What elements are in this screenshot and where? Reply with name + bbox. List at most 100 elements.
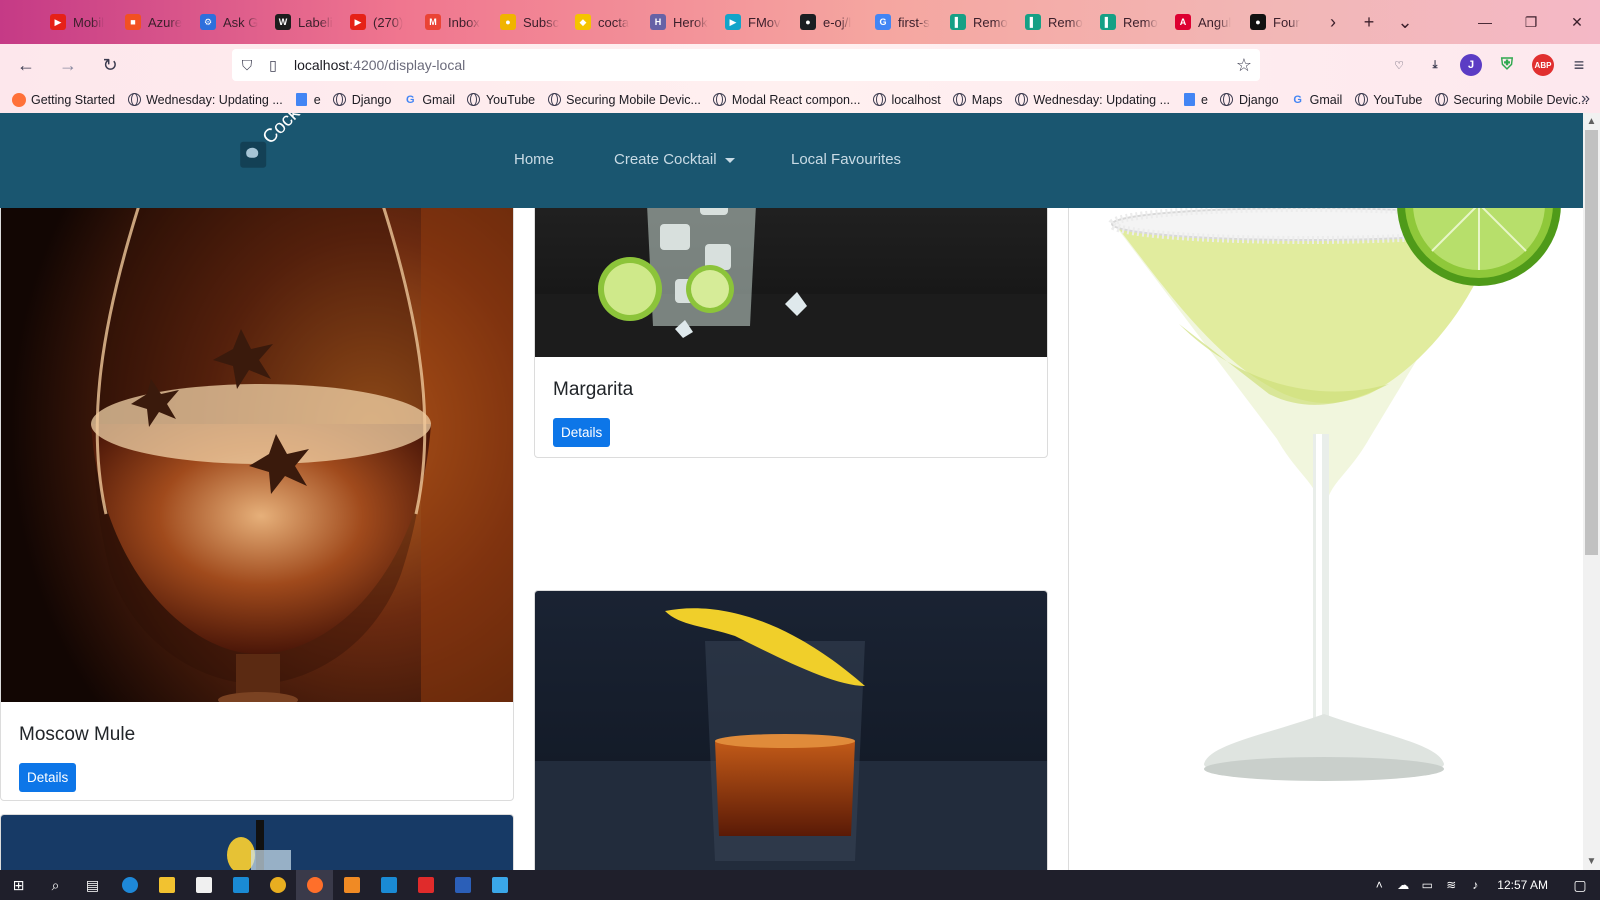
new-tab-button[interactable]: + bbox=[1351, 0, 1387, 44]
bookmark-item[interactable]: Django bbox=[1220, 93, 1279, 107]
task-view-icon[interactable]: ▤ bbox=[74, 870, 111, 900]
window-controls: — ❐ ✕ bbox=[1462, 0, 1600, 44]
edge-icon[interactable] bbox=[111, 870, 148, 900]
chevron-double-right-icon[interactable]: » bbox=[1581, 90, 1590, 108]
bookmark-item[interactable]: Maps bbox=[953, 93, 1002, 107]
forward-button[interactable]: → bbox=[50, 49, 86, 81]
browser-tab[interactable]: ⚙ Ask G bbox=[190, 0, 265, 44]
browser-tab[interactable]: M Inbox bbox=[415, 0, 490, 44]
app-icon[interactable] bbox=[481, 870, 518, 900]
browser-tab[interactable]: Gfirst-s bbox=[865, 0, 940, 44]
nav-home-link[interactable]: Home bbox=[514, 151, 554, 168]
reload-button[interactable]: ↻ bbox=[92, 49, 128, 81]
bookmark-item[interactable]: Django bbox=[333, 93, 391, 107]
url-path: :4200/display-local bbox=[349, 57, 466, 73]
scroll-up-arrow-icon[interactable]: ▲ bbox=[1583, 113, 1600, 130]
bookmark-item[interactable]: Wednesday: Updating ... bbox=[1014, 93, 1170, 107]
search-icon[interactable]: ⌕ bbox=[37, 870, 74, 900]
tab-label: Mobil bbox=[73, 14, 105, 30]
menu-icon[interactable]: ≡ bbox=[1568, 54, 1590, 76]
adblock-icon[interactable]: ABP bbox=[1532, 54, 1554, 76]
bookmark-star-icon[interactable]: ☆ bbox=[1236, 55, 1252, 76]
bookmark-label: Getting Started bbox=[31, 92, 116, 107]
browser-tab[interactable]: ● Subsc bbox=[490, 0, 565, 44]
volume-icon[interactable]: ♪ bbox=[1463, 878, 1487, 892]
bookmark-item[interactable]: Modal React compon... bbox=[713, 93, 860, 107]
restore-button[interactable]: ❐ bbox=[1508, 0, 1554, 44]
browser-tab[interactable]: ▶ Mobil bbox=[40, 0, 115, 44]
bookmark-item[interactable]: YouTube bbox=[467, 93, 535, 107]
page-scrollbar[interactable]: ▲ ▼ bbox=[1583, 113, 1600, 870]
scroll-down-arrow-icon[interactable]: ▼ bbox=[1583, 853, 1600, 870]
google-icon: G bbox=[875, 14, 891, 30]
nav-create-cocktail-dropdown[interactable]: Create Cocktail bbox=[614, 151, 735, 168]
details-button[interactable]: Details bbox=[553, 418, 611, 447]
vscode-icon[interactable] bbox=[370, 870, 407, 900]
bookmarks-bar: Getting Started Wednesday: Updating ... e D… bbox=[0, 86, 1600, 113]
store-icon[interactable] bbox=[185, 870, 222, 900]
minimize-button[interactable]: — bbox=[1462, 0, 1508, 44]
bookmark-item[interactable]: Securing Mobile Devic... bbox=[1434, 93, 1588, 107]
wifi-icon[interactable]: ≋ bbox=[1439, 878, 1463, 892]
globe-icon bbox=[333, 93, 347, 107]
download-icon[interactable]: ⤓ bbox=[1424, 54, 1446, 76]
acrobat-icon[interactable] bbox=[407, 870, 444, 900]
browser-tab[interactable]: ● e-oj/l bbox=[790, 0, 865, 44]
cocktail-photo bbox=[535, 591, 1047, 870]
sublime-icon[interactable] bbox=[333, 870, 370, 900]
bookmark-item[interactable]: G Gmail bbox=[403, 93, 455, 107]
bookmark-item[interactable]: e bbox=[295, 93, 321, 107]
chevron-up-icon[interactable]: ˄ bbox=[1367, 878, 1391, 892]
notification-icon[interactable]: ▢ bbox=[1560, 870, 1600, 900]
scrollbar-thumb[interactable] bbox=[1585, 130, 1598, 555]
remote-icon: ▌ bbox=[1025, 14, 1041, 30]
nav-local-favourites-link[interactable]: Local Favourites bbox=[791, 151, 901, 168]
address-bar[interactable]: ⛉ ▯ localhost:4200/display-local ☆ bbox=[232, 49, 1260, 81]
bookmark-item[interactable]: e bbox=[1182, 93, 1208, 107]
globe-icon bbox=[953, 93, 967, 107]
bookmark-item[interactable]: Securing Mobile Devic... bbox=[547, 93, 701, 107]
browser-tab[interactable]: H Herok bbox=[640, 0, 715, 44]
battery-icon[interactable]: ▭ bbox=[1415, 878, 1439, 892]
cloud-icon[interactable]: ☁ bbox=[1391, 878, 1415, 892]
bookmark-item[interactable]: YouTube bbox=[1354, 93, 1422, 107]
clock[interactable]: 12:57 AM bbox=[1497, 878, 1548, 892]
chrome-icon[interactable] bbox=[259, 870, 296, 900]
play-icon: ▶ bbox=[725, 14, 741, 30]
shield-icon[interactable]: ⛉ bbox=[236, 57, 258, 74]
chevron-right-icon[interactable]: › bbox=[1315, 0, 1351, 44]
windows-start-icon[interactable]: ⊞ bbox=[0, 870, 37, 900]
profile-avatar-icon[interactable]: J bbox=[1460, 54, 1482, 76]
browser-tab[interactable]: W Labeli bbox=[265, 0, 340, 44]
word-icon[interactable] bbox=[444, 870, 481, 900]
browser-tab[interactable]: ● Four bbox=[1240, 0, 1315, 44]
browser-tab[interactable]: ▶ (270) bbox=[340, 0, 415, 44]
firefox-icon[interactable] bbox=[296, 870, 333, 900]
tab-label: cocta bbox=[598, 14, 630, 30]
file-explorer-icon[interactable] bbox=[148, 870, 185, 900]
bookmark-item[interactable]: Getting Started bbox=[12, 92, 116, 107]
pocket-icon[interactable]: ♡ bbox=[1388, 54, 1410, 76]
browser-tab[interactable]: ▶ FMov bbox=[715, 0, 790, 44]
bookmark-item[interactable]: localhost bbox=[872, 93, 941, 107]
windows-taskbar: ⊞ ⌕ ▤ ˄ ☁ ▭ ≋ ♪ 12:57 AM ▢ bbox=[0, 870, 1600, 900]
browser-tab[interactable]: ◆ cocta bbox=[565, 0, 640, 44]
shield-extension-icon[interactable]: ⛨ bbox=[1496, 54, 1518, 76]
browser-tab[interactable]: ▌ Remo bbox=[1090, 0, 1165, 44]
tab-list-button[interactable]: ⌄ bbox=[1387, 0, 1423, 44]
browser-tab[interactable]: ▌ Remo bbox=[1015, 0, 1090, 44]
browser-tab[interactable]: ■ Azure bbox=[115, 0, 190, 44]
browser-tab[interactable]: A Angul bbox=[1165, 0, 1240, 44]
details-button[interactable]: Details bbox=[19, 763, 77, 792]
bookmark-item[interactable]: Wednesday: Updating ... bbox=[127, 93, 283, 107]
browser-tab[interactable]: ▌ Remo bbox=[940, 0, 1015, 44]
google-icon: G bbox=[406, 93, 415, 106]
page-icon: ▯ bbox=[269, 56, 277, 73]
brand-link[interactable]: Cocktail Palace bbox=[235, 113, 369, 173]
bookmark-label: e bbox=[313, 92, 321, 107]
back-button[interactable]: ← bbox=[8, 49, 44, 81]
close-window-button[interactable]: ✕ bbox=[1554, 0, 1600, 44]
tab-label: Labeli bbox=[298, 14, 333, 30]
bookmark-item[interactable]: G Gmail bbox=[1291, 93, 1342, 107]
mail-icon[interactable] bbox=[222, 870, 259, 900]
